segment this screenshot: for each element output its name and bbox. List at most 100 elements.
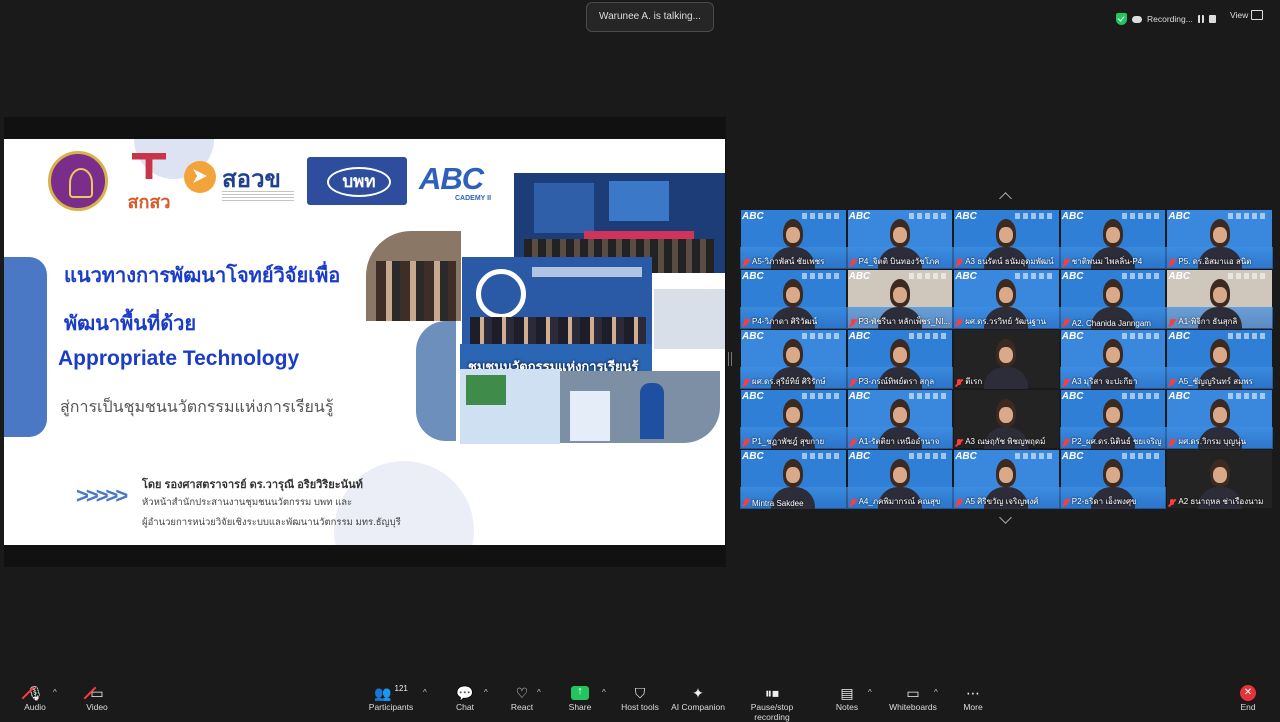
participant-name: P4-วิภาดา ศิริวัฒน์	[752, 317, 818, 326]
muted-mic-icon	[1168, 379, 1176, 387]
participant-tile[interactable]: ABC A3 ธนรัตน์ ธนัมอุดมพัฒน์	[953, 209, 1060, 269]
audio-options-caret-icon[interactable]: ^	[53, 688, 57, 697]
participant-name: A5_ชัญญรินทร์ สมพร	[1178, 377, 1253, 386]
decor-circle	[334, 461, 474, 545]
react-heart-icon: ♡	[515, 684, 529, 701]
participant-name: P4_จิตติ บินทองวัชโภค	[858, 257, 940, 266]
participants-options-caret-icon[interactable]: ^	[423, 688, 427, 697]
audio-button[interactable]: 🎙 Audio	[18, 684, 52, 713]
muted-mic-icon	[742, 259, 750, 267]
slide-title-line1: แนวทางการพัฒนาโจทย์วิจัยเพื่อ	[64, 265, 341, 287]
participant-tile[interactable]: ABC ผศ.ดร.วรวิทย์ วัฒนฐาน	[953, 269, 1060, 329]
muted-mic-icon	[1062, 439, 1070, 447]
participants-icon: 👥 121	[374, 683, 408, 701]
participant-tile[interactable]: ABC A5-วิภาพัสน์ ชัยเพชร	[740, 209, 847, 269]
end-meeting-icon	[1240, 685, 1256, 701]
bpn-logo: บพท	[307, 157, 407, 205]
presenter-position-2: ผู้อำนวยการหน่วยวิจัยเชิงระบบและพัฒนานวั…	[142, 517, 401, 528]
participant-tile[interactable]: ABC A4_ภคพิมากรณ์ คณสุข	[846, 449, 954, 509]
pause-recording-icon[interactable]	[1197, 15, 1204, 23]
more-dots-icon: ⋯	[966, 684, 980, 701]
participant-tile[interactable]: ABC A1-พิจิกา ธันสุกลิ	[1166, 269, 1273, 329]
whiteboards-button[interactable]: ▭ Whiteboards	[888, 684, 938, 713]
participant-tile[interactable]: ABC A3 มุริสา จะปะกียา	[1059, 329, 1167, 389]
participant-name: A5 ศิริขวัญ เจริญพงศ์	[965, 497, 1039, 506]
participant-tile[interactable]: ABC ชาติพนม ไพลลิ่น-P4	[1059, 209, 1167, 269]
more-button[interactable]: ⋯ More	[959, 684, 987, 713]
participant-name: P2-ธริดา เอ็งพงศุข	[1071, 497, 1137, 506]
university-seal-logo	[48, 151, 108, 211]
muted-mic-icon	[955, 499, 963, 507]
share-button[interactable]: Share	[563, 684, 597, 712]
resize-divider-handle[interactable]	[728, 352, 732, 366]
participant-name: A3 ณษฤกัช พิชญพฤดม์	[965, 437, 1046, 446]
participants-count: 121	[394, 683, 408, 693]
participant-tile[interactable]: ABC P2-ธริดา เอ็งพงศุข	[1059, 449, 1167, 509]
shield-icon: ⛉	[634, 684, 646, 701]
video-label: Video	[86, 702, 108, 712]
participant-name: P5. ดร.อิสมาแอ สนิต	[1178, 257, 1252, 266]
stop-recording-icon[interactable]	[1208, 15, 1216, 23]
abc-logo-text: ABC	[419, 161, 484, 196]
participant-tile[interactable]: A2 ธนาฤหล ช่าเรืองนาม	[1166, 449, 1273, 509]
event-photo	[460, 369, 560, 444]
notes-button[interactable]: ▤ Notes	[832, 684, 862, 713]
gallery-page-up-icon[interactable]	[999, 192, 1012, 205]
whiteboards-options-caret-icon[interactable]: ^	[934, 688, 938, 697]
pause-stop-recording-button[interactable]: ⏸⏹ Pause/stop recording	[732, 684, 812, 722]
react-button[interactable]: ♡ React	[505, 684, 539, 713]
recording-status[interactable]: Recording...	[1116, 10, 1216, 28]
participant-tile[interactable]: ตีเรก	[953, 329, 1060, 389]
muted-mic-icon	[1062, 259, 1070, 267]
presenter-name: โดย รองศาสตราจารย์ ดร.วารุณี อริยวิริยะน…	[142, 479, 363, 491]
end-meeting-button[interactable]: End	[1234, 684, 1262, 712]
event-photo	[654, 289, 725, 349]
muted-mic-icon	[1168, 259, 1176, 267]
muted-mic-icon	[1168, 439, 1176, 447]
video-button[interactable]: ▭ Video	[80, 684, 114, 713]
microphone-muted-icon: 🎙	[18, 684, 52, 702]
ai-companion-button[interactable]: ✦ AI Companion	[670, 684, 726, 713]
bpn-logo-text: บพท	[327, 167, 391, 197]
participant-tile[interactable]: ABC P1_ชฏาพัชฎ์ สุขกาย	[740, 389, 847, 449]
participant-tile[interactable]: ABC A5 ศิริขวัญ เจริญพงศ์	[953, 449, 1060, 509]
encryption-shield-icon[interactable]	[1116, 13, 1127, 25]
participant-tile[interactable]: ABC P4_จิตติ บินทองวัชโภค	[846, 209, 954, 269]
recording-label: Recording...	[1147, 14, 1193, 24]
view-button[interactable]: View	[1230, 10, 1264, 20]
participant-tile[interactable]: ABC ผศ.ดร.วิกรม บุญนุ่น	[1166, 389, 1273, 449]
participants-button[interactable]: 👥 121 Participants	[366, 683, 416, 713]
participants-label: Participants	[368, 702, 414, 712]
sorwor-logo: สอวข	[184, 159, 294, 205]
participant-tile[interactable]: ABC P5. ดร.อิสมาแอ สนิต	[1166, 209, 1273, 269]
muted-mic-icon	[1062, 379, 1070, 387]
event-photo	[560, 371, 720, 443]
tsri-logo-text: สกสว	[127, 192, 171, 212]
participant-tile[interactable]: ABC P2_ผศ.ดร.นิตินธ์ ชยเจริญ	[1059, 389, 1167, 449]
participant-name: P3-พัชรีนา หลักเพ็ชร_NI...	[858, 317, 951, 326]
share-options-caret-icon[interactable]: ^	[602, 688, 606, 697]
participant-tile[interactable]: ABC A2. Chanida Janngam	[1059, 269, 1167, 329]
muted-mic-icon	[955, 319, 963, 327]
notes-options-caret-icon[interactable]: ^	[868, 688, 872, 697]
participant-tile[interactable]: ABC P3-ภรณ์ทิพย์ตรา สกุล	[846, 329, 954, 389]
participant-tile[interactable]: ABC P3-พัชรีนา หลักเพ็ชร_NI...	[846, 269, 954, 329]
chat-button[interactable]: 💬 Chat	[448, 684, 482, 713]
gallery-page-down-icon[interactable]	[999, 511, 1012, 524]
participant-name: A3 มุริสา จะปะกียา	[1071, 377, 1138, 386]
active-speaker-indicator: Warunee A. is talking...	[586, 2, 714, 32]
chat-options-caret-icon[interactable]: ^	[484, 688, 488, 697]
participant-tile[interactable]: ABC A5_ชัญญรินทร์ สมพร	[1166, 329, 1273, 389]
participant-tile[interactable]: ABC P4-วิภาดา ศิริวัฒน์	[740, 269, 847, 329]
muted-mic-icon	[955, 259, 963, 267]
slide-title-line2: พัฒนาพื้นที่ด้วย	[64, 313, 197, 335]
participant-tile[interactable]: ABC Mintra Sakdee	[740, 449, 847, 509]
participant-tile[interactable]: ABC A1-รัตติยา เหนืออำนาจ	[846, 389, 954, 449]
participant-tile[interactable]: A3 ณษฤกัช พิชญพฤดม์	[953, 389, 1060, 449]
chat-icon: 💬	[456, 684, 474, 701]
participant-name: ผศ.ดร.สุรีย์ทิย์ ศิริรักษ์	[752, 377, 826, 386]
participant-tile[interactable]: ABC ผศ.ดร.สุรีย์ทิย์ ศิริรักษ์	[740, 329, 847, 389]
participant-name: Mintra Sakdee	[752, 499, 804, 508]
host-tools-button[interactable]: ⛉ Host tools	[620, 684, 660, 713]
react-options-caret-icon[interactable]: ^	[537, 688, 541, 697]
